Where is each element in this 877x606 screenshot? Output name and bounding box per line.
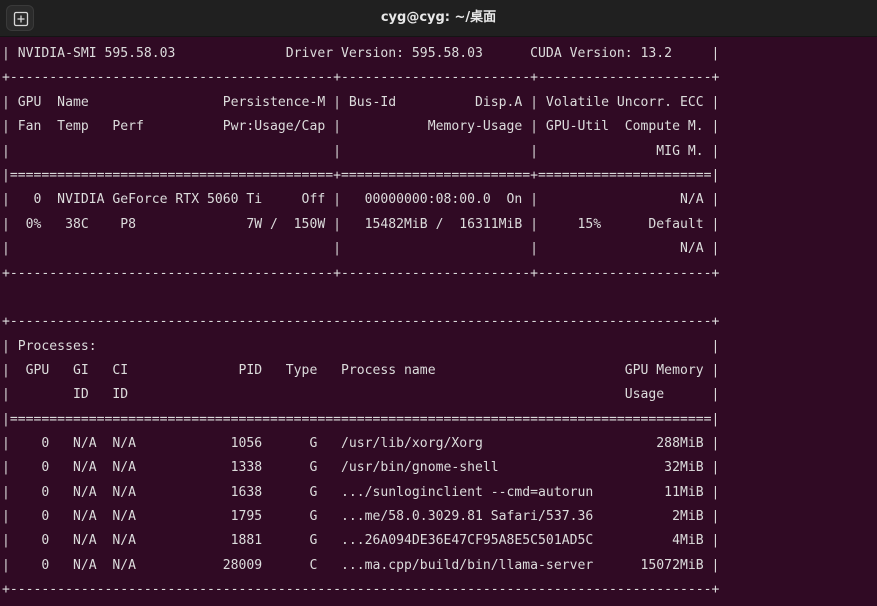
terminal-line: | | | N/A | [2, 241, 720, 256]
terminal-output[interactable]: | NVIDIA-SMI 595.58.03 Driver Version: 5… [0, 42, 877, 606]
terminal-line: | Fan Temp Perf Pwr:Usage/Cap | Memory-U… [2, 119, 720, 134]
terminal-line: | 0 N/A N/A 1638 G .../sunloginclient --… [2, 485, 720, 500]
terminal-line: | 0 N/A N/A 1795 G ...me/58.0.3029.81 Sa… [2, 509, 720, 524]
terminal-line: | 0 N/A N/A 1338 G /usr/bin/gnome-shell … [2, 460, 720, 475]
terminal-line: | | | MIG M. | [2, 144, 720, 159]
window-title: cyg@cyg: ~/桌面 [380, 10, 497, 25]
terminal-line: | NVIDIA-SMI 595.58.03 Driver Version: 5… [2, 46, 720, 61]
terminal-line: | 0 N/A N/A 1881 G ...26A094DE36E47CF95A… [2, 533, 720, 548]
terminal-line: | 0 N/A N/A 28009 C ...ma.cpp/build/bin/… [2, 558, 720, 573]
title-bar: cyg@cyg: ~/桌面 [0, 0, 877, 37]
terminal-window: cyg@cyg: ~/桌面 | NVIDIA-SMI 595.58.03 Dri… [0, 0, 877, 606]
terminal-line: +---------------------------------------… [2, 314, 720, 329]
terminal-line: +---------------------------------------… [2, 266, 720, 281]
terminal-line: | 0 N/A N/A 1056 G /usr/lib/xorg/Xorg 28… [2, 436, 720, 451]
terminal-line: +---------------------------------------… [2, 582, 720, 597]
terminal-line: +---------------------------------------… [2, 70, 720, 85]
terminal-line: |=======================================… [2, 168, 720, 183]
terminal-line: | GPU Name Persistence-M | Bus-Id Disp.A… [2, 95, 720, 110]
terminal-line: |=======================================… [2, 412, 720, 427]
terminal-line: | GPU GI CI PID Type Process name GPU Me… [2, 363, 720, 378]
terminal-line: | ID ID Usage | [2, 387, 720, 402]
terminal-line: | 0% 38C P8 7W / 150W | 15482MiB / 16311… [2, 217, 720, 232]
terminal-line: | Processes: | [2, 339, 720, 354]
terminal-line: | 0 NVIDIA GeForce RTX 5060 Ti Off | 000… [2, 192, 720, 207]
